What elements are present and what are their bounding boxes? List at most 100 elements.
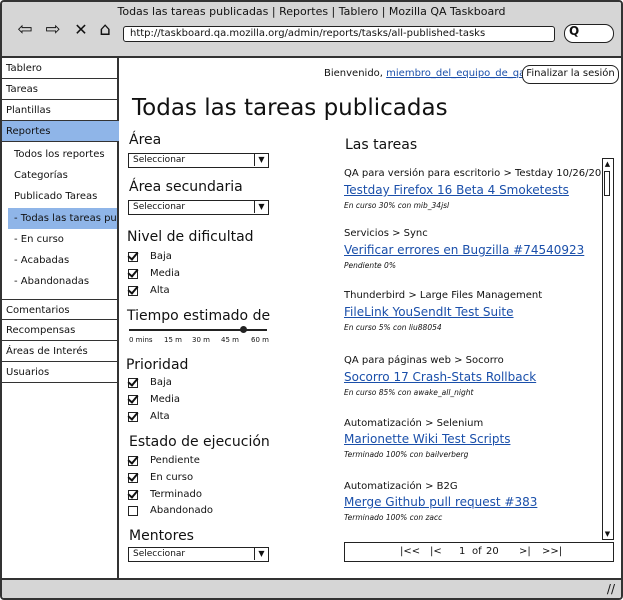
first-page-button[interactable]: |<< — [400, 546, 420, 557]
checkbox-label: Abandonado — [150, 505, 214, 516]
priority-option-alta[interactable]: Alta — [128, 410, 170, 424]
sidebar-subitem-publicado-tareas[interactable]: Publicado Tareas — [2, 186, 119, 207]
checkbox-label: En curso — [150, 472, 194, 483]
sidebar-item-reportes[interactable]: Reportes — [2, 121, 119, 142]
status-option-en-curso[interactable]: En curso — [128, 471, 193, 485]
checkbox[interactable] — [128, 252, 138, 262]
task-status: En curso 30% con mib_34jsl — [344, 201, 450, 210]
area-select[interactable]: Seleccionar ▼ — [128, 153, 269, 168]
subarea-label: Área secundaria — [129, 179, 243, 195]
priority-option-media[interactable]: Media — [128, 393, 180, 407]
url-input[interactable]: http://taskboard.qa.mozilla.org/admin/re… — [123, 26, 555, 42]
welcome-prefix: Bienvenido, — [324, 68, 383, 79]
next-page-button[interactable]: >| — [519, 546, 531, 557]
time-tick-label: 0 mins — [129, 336, 153, 344]
task-link[interactable]: Socorro 17 Crash-Stats Rollback — [344, 370, 536, 384]
checkbox[interactable] — [128, 473, 138, 483]
checkbox[interactable] — [128, 269, 138, 279]
mentors-select-value: Seleccionar — [133, 549, 186, 559]
task-link[interactable]: Merge Github pull request #383 — [344, 495, 537, 509]
page-title: Todas las tareas publicadas — [132, 95, 448, 121]
checkbox-label: Media — [150, 268, 181, 279]
resize-grip-icon[interactable]: // — [607, 582, 615, 596]
sidebar-item-areas-de-interes[interactable]: Áreas de Interés — [2, 341, 119, 362]
status-option-pendiente[interactable]: Pendiente — [128, 454, 200, 468]
back-icon[interactable]: ⇦ — [14, 18, 36, 40]
task-category: QA para versión para escritorio > Testda… — [344, 168, 614, 179]
task-link[interactable]: Testday Firefox 16 Beta 4 Smoketests — [344, 183, 569, 197]
last-page-button[interactable]: >>| — [542, 546, 562, 557]
sidebar-item-comentarios[interactable]: Comentarios — [2, 299, 119, 320]
pagination: |<< |< 1 of 20 >| >>| — [344, 542, 614, 562]
task-status: En curso 5% con liu88054 — [344, 323, 442, 332]
area-select-value: Seleccionar — [133, 155, 186, 165]
username-link[interactable]: miembro_del_equipo_de_qa — [386, 68, 525, 79]
time-tick-label: 45 m — [221, 336, 239, 344]
sidebar: Tablero Tareas Plantillas Reportes Todos… — [2, 58, 119, 578]
checkbox-label: Pendiente — [150, 455, 200, 466]
task-category: QA para páginas web > Socorro — [344, 355, 504, 366]
sidebar-subitem-acabadas[interactable]: - Acabadas — [2, 250, 119, 271]
browser-window: Todas las tareas publicadas | Reportes |… — [0, 0, 623, 600]
status-option-abandonado[interactable]: Abandonado — [128, 504, 213, 518]
checkbox[interactable] — [128, 506, 138, 516]
prev-page-button[interactable]: |< — [430, 546, 442, 557]
chevron-down-icon: ▼ — [254, 548, 268, 560]
area-label: Área — [129, 132, 162, 148]
checkbox[interactable] — [128, 286, 138, 296]
sidebar-item-usuarios[interactable]: Usuarios — [2, 362, 119, 383]
time-slider-handle[interactable] — [240, 326, 248, 333]
scroll-down-icon[interactable]: ▼ — [603, 529, 612, 539]
status-option-terminado[interactable]: Terminado — [128, 488, 202, 502]
task-link[interactable]: FileLink YouSendIt Test Suite — [344, 305, 514, 319]
sidebar-item-plantillas[interactable]: Plantillas — [2, 100, 119, 121]
forward-icon[interactable]: ⇨ — [42, 18, 64, 40]
task-link[interactable]: Verificar errores en Bugzilla #74540923 — [344, 243, 584, 257]
tasks-scrollbar[interactable]: ▲ ▼ — [602, 158, 614, 540]
current-page: 1 — [459, 546, 466, 557]
task-category: Thunderbird > Large Files Management — [344, 290, 543, 301]
task-link[interactable]: Marionette Wiki Test Scripts — [344, 432, 510, 446]
page-of-text: of — [472, 546, 482, 557]
checkbox-label: Alta — [150, 285, 170, 296]
time-label: Tiempo estimado de — [127, 308, 271, 324]
checkbox[interactable] — [128, 412, 138, 422]
sidebar-item-tareas[interactable]: Tareas — [2, 79, 119, 100]
browser-search-input[interactable]: Q — [564, 24, 614, 43]
sidebar-subitem-categorias[interactable]: Categorías — [2, 165, 119, 186]
task-category: Automatización > Selenium — [344, 418, 484, 429]
checkbox[interactable] — [128, 378, 138, 388]
checkbox[interactable] — [128, 395, 138, 405]
window-title: Todas las tareas publicadas | Reportes |… — [117, 5, 506, 18]
sidebar-item-recompensas[interactable]: Recompensas — [2, 320, 119, 341]
sidebar-subitem-en-curso[interactable]: - En curso — [2, 229, 119, 250]
difficulty-option-alta[interactable]: Alta — [128, 284, 170, 298]
priority-option-baja[interactable]: Baja — [128, 376, 172, 390]
time-tick-label: 15 m — [164, 336, 182, 344]
scroll-thumb[interactable] — [604, 171, 610, 196]
sidebar-subitem-abandonadas[interactable]: - Abandonadas — [2, 271, 119, 292]
stop-icon[interactable]: ✕ — [72, 18, 90, 40]
difficulty-option-baja[interactable]: Baja — [128, 250, 172, 264]
checkbox[interactable] — [128, 456, 138, 466]
subarea-select[interactable]: Seleccionar ▼ — [128, 200, 269, 215]
sidebar-subitem-todos-los-reportes[interactable]: Todos los reportes — [2, 144, 119, 165]
checkbox-label: Terminado — [150, 489, 202, 500]
task-status: En curso 85% con awake_all_night — [344, 388, 474, 397]
mentors-select[interactable]: Seleccionar ▼ — [128, 547, 269, 562]
time-tick-label: 30 m — [192, 336, 210, 344]
welcome-text: Bienvenido, miembro_del_equipo_de_qa | — [324, 68, 532, 79]
scroll-up-icon[interactable]: ▲ — [603, 159, 612, 169]
task-category: Servicios > Sync — [344, 228, 428, 239]
task-category: Automatización > B2G — [344, 481, 458, 492]
task-status: Terminado 100% con zacc — [344, 513, 443, 522]
status-bar: // — [2, 578, 621, 598]
search-icon: Q — [569, 24, 580, 38]
sidebar-subitem-todas-las-tareas[interactable]: - Todas las tareas pub — [8, 208, 117, 229]
difficulty-option-media[interactable]: Media — [128, 267, 180, 281]
checkbox[interactable] — [128, 490, 138, 500]
home-icon[interactable]: ⌂ — [94, 18, 116, 40]
task-status: Terminado 100% con bailverberg — [344, 450, 469, 459]
sidebar-item-tablero[interactable]: Tablero — [2, 58, 119, 79]
logout-button[interactable]: Finalizar la sesión — [522, 65, 619, 84]
